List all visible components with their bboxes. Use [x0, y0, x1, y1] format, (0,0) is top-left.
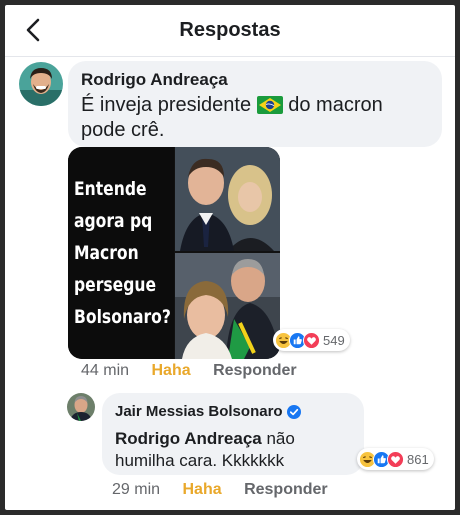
comment-text: É inveja presidente do macron pode crê.	[81, 93, 431, 143]
reply-reaction-summary[interactable]: 861	[357, 448, 434, 470]
reply-time: 29 min	[112, 481, 161, 498]
reply-reply-button[interactable]: Responder	[244, 481, 328, 498]
reply-text: Rodrigo Andreaça não humilha cara. Kkkkk…	[115, 428, 325, 472]
header-bar: Respostas	[5, 5, 455, 57]
brazil-flag-icon	[256, 96, 283, 114]
reply-mention[interactable]: Rodrigo Andreaça	[115, 429, 262, 448]
reply-actions: 29 min Haha Responder	[112, 481, 346, 499]
reaction-count: 549	[323, 332, 345, 348]
comment-actions: 44 min Haha Responder	[81, 362, 315, 380]
love-icon	[303, 331, 320, 349]
reply-haha-button[interactable]: Haha	[182, 481, 221, 498]
haha-button[interactable]: Haha	[151, 362, 190, 379]
comment-time: 44 min	[81, 362, 130, 379]
reaction-summary[interactable]: 549	[273, 329, 350, 351]
reply-bubble: Jair Messias Bolsonaro Rodrigo Andreaça …	[102, 393, 364, 475]
comment-author[interactable]: Rodrigo Andreaça	[81, 70, 228, 90]
reply-button[interactable]: Responder	[213, 362, 297, 379]
comment-text-part1: É inveja presidente	[81, 94, 252, 116]
reply-reaction-count: 861	[407, 451, 429, 467]
image-caption: Entende agora pq Macron persegue Bolsona…	[74, 178, 171, 328]
reply-author[interactable]: Jair Messias Bolsonaro	[115, 403, 283, 420]
verified-badge-icon	[286, 404, 301, 419]
reply-avatar[interactable]	[67, 393, 95, 421]
comment-image[interactable]: Entende agora pq Macron persegue Bolsona…	[68, 147, 280, 359]
avatar[interactable]	[19, 62, 63, 106]
page-title: Respostas	[179, 19, 281, 41]
love-icon	[387, 450, 404, 468]
reply-author-row: Jair Messias Bolsonaro	[115, 403, 301, 420]
comment-bubble: Rodrigo Andreaça É inveja presidente do …	[68, 61, 442, 147]
replies-screen: Respostas Rodrigo Andreaça É inveja pres…	[5, 5, 455, 510]
